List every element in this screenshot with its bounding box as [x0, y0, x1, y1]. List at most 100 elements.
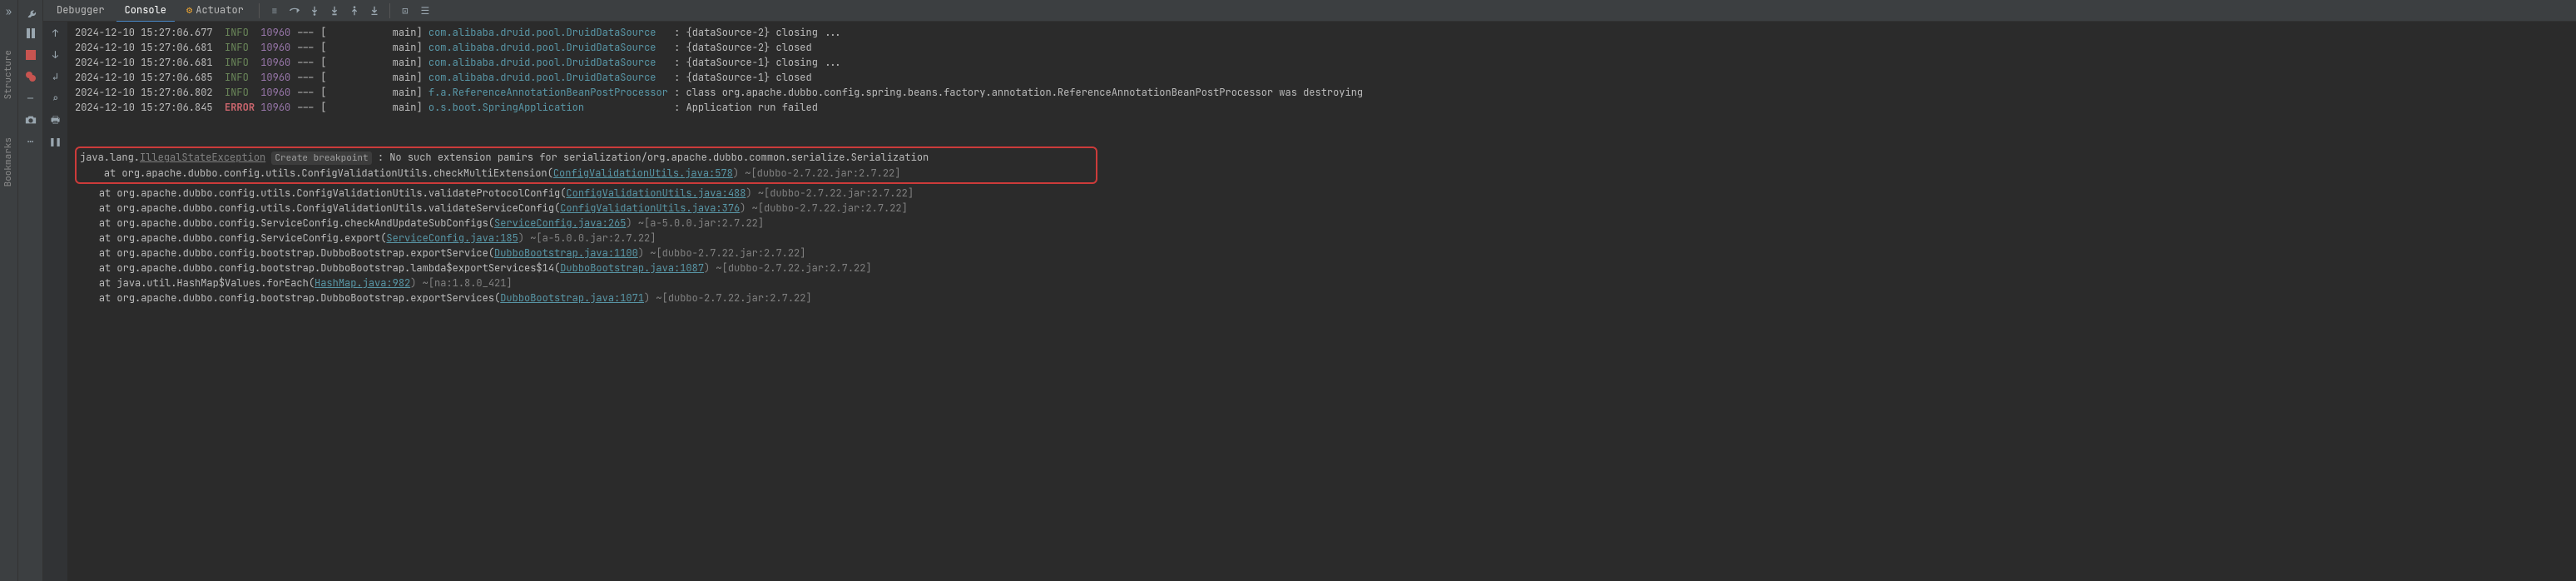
stack-frame-post: ) ~[dubbo-2.7.22.jar:2.7.22]: [644, 291, 812, 305]
breakpoints-icon[interactable]: [24, 70, 37, 83]
log-timestamp: 2024-12-10 15:27:06.677: [75, 26, 213, 39]
log-pid: 10960: [260, 56, 290, 69]
exception-prefix: java.lang.: [80, 151, 140, 164]
stack-frame: at org.apache.dubbo.config.utils.ConfigV…: [75, 186, 2569, 201]
pause-icon[interactable]: [24, 27, 37, 40]
evaluate-icon[interactable]: ⊡: [397, 2, 414, 19]
stack-icon[interactable]: ☰: [417, 2, 433, 19]
stop-icon[interactable]: [24, 48, 37, 62]
stack-frame-pre: at java.util.HashMap$Values.forEach(: [99, 276, 315, 290]
log-message: Application run failed: [686, 101, 818, 114]
stack-frame-link[interactable]: ServiceConfig.java:185: [386, 231, 518, 245]
wrap-icon[interactable]: ↲: [47, 68, 64, 85]
stack-frame-link[interactable]: ConfigValidationUtils.java:488: [566, 186, 746, 200]
print-icon[interactable]: 🖶: [47, 112, 64, 128]
bookmarks-tab[interactable]: Bookmarks: [0, 131, 17, 193]
log-thread: main: [393, 101, 417, 114]
stack-frame-link[interactable]: ConfigValidationUtils.java:376: [560, 201, 740, 215]
highlighted-exception: java.lang.IllegalStateException Create b…: [75, 146, 1097, 184]
log-line: 2024-12-10 15:27:06.681 INFO 10960 --- […: [75, 40, 2569, 55]
tab-separator-2: [389, 3, 390, 18]
stack-frame-pre: at org.apache.dubbo.config.bootstrap.Dub…: [99, 246, 494, 260]
log-pid: 10960: [260, 41, 290, 54]
stack-frame: at org.apache.dubbo.config.bootstrap.Dub…: [75, 246, 2569, 261]
log-logger: com.alibaba.druid.pool.DruidDataSource: [429, 56, 668, 69]
log-logger: com.alibaba.druid.pool.DruidDataSource: [429, 71, 668, 84]
structure-tab[interactable]: Structure: [0, 43, 17, 106]
scroll-down-icon[interactable]: ↓: [47, 47, 64, 63]
stack-frame-post: ) ~[dubbo-2.7.22.jar:2.7.22]: [740, 201, 908, 215]
stack-frame-pre: at org.apache.dubbo.config.ServiceConfig…: [99, 216, 494, 230]
stack-frame-post: ) ~[dubbo-2.7.22.jar:2.7.22]: [746, 186, 914, 200]
stack-frame-pre: at org.apache.dubbo.config.utils.ConfigV…: [104, 166, 553, 180]
log-logger: o.s.boot.SpringApplication: [429, 101, 668, 114]
exception-name[interactable]: IllegalStateException: [140, 151, 265, 164]
log-timestamp: 2024-12-10 15:27:06.802: [75, 86, 213, 99]
log-pid: 10960: [260, 26, 290, 39]
stack-frame: at org.apache.dubbo.config.ServiceConfig…: [75, 231, 2569, 246]
log-message: {dataSource-2} closing ...: [686, 26, 842, 39]
log-line: 2024-12-10 15:27:06.681 INFO 10960 --- […: [75, 55, 2569, 70]
log-thread: main: [393, 86, 417, 99]
scroll-up-icon[interactable]: ↑: [47, 25, 64, 42]
log-level: INFO: [225, 26, 255, 39]
stack-frame-link[interactable]: DubboBootstrap.java:1087: [560, 261, 704, 275]
tab-separator: [259, 3, 260, 18]
stack-frame-post: ) ~[a-5.0.0.jar:2.7.22]: [518, 231, 656, 245]
log-timestamp: 2024-12-10 15:27:06.681: [75, 41, 213, 54]
chevrons-icon[interactable]: »: [2, 5, 16, 18]
actuator-icon: ⚙: [186, 3, 192, 17]
stack-frame: at java.util.HashMap$Values.forEach(Hash…: [75, 276, 2569, 290]
stack-frame: at org.apache.dubbo.config.utils.ConfigV…: [75, 201, 2569, 216]
horizontal-icon[interactable]: ≡: [266, 2, 283, 19]
stack-frame-pre: at org.apache.dubbo.config.ServiceConfig…: [99, 231, 387, 245]
dots-icon[interactable]: ⋯: [24, 135, 37, 148]
step-over-icon[interactable]: [286, 2, 303, 19]
log-level: INFO: [225, 71, 255, 84]
wrench-icon[interactable]: [24, 5, 37, 18]
step-into-icon[interactable]: [306, 2, 323, 19]
stack-frame-pre: at org.apache.dubbo.config.utils.ConfigV…: [99, 201, 560, 215]
log-level: INFO: [225, 86, 255, 99]
log-line: 2024-12-10 15:27:06.685 INFO 10960 --- […: [75, 70, 2569, 85]
force-step-into-icon[interactable]: [326, 2, 343, 19]
log-logger: com.alibaba.druid.pool.DruidDataSource: [429, 41, 668, 54]
stack-frame-link[interactable]: ServiceConfig.java:265: [494, 216, 626, 230]
stack-frame-link[interactable]: DubboBootstrap.java:1100: [494, 246, 638, 260]
log-thread: main: [393, 26, 417, 39]
stack-frame-pre: at org.apache.dubbo.config.utils.ConfigV…: [99, 186, 567, 200]
filter-icon[interactable]: ⌕: [47, 90, 64, 107]
stack-frame-post: ) ~[dubbo-2.7.22.jar:2.7.22]: [638, 246, 806, 260]
main-panel: Debugger Console ⚙Actuator ≡ ⊡ ☰ ↑ ↓ ↲ ⌕…: [43, 0, 2576, 581]
exception-message: : No such extension pamirs for serializa…: [378, 151, 929, 164]
stack-frame-pre: at org.apache.dubbo.config.bootstrap.Dub…: [99, 291, 500, 305]
stack-frame-post: ) ~[dubbo-2.7.22.jar:2.7.22]: [704, 261, 872, 275]
pause-output-icon[interactable]: ❚❚: [47, 133, 64, 150]
stack-frame: at org.apache.dubbo.config.ServiceConfig…: [75, 216, 2569, 231]
log-logger: f.a.ReferenceAnnotationBeanPostProcessor: [429, 86, 668, 99]
log-pid: 10960: [260, 86, 290, 99]
stack-frame-link[interactable]: ConfigValidationUtils.java:578: [553, 166, 733, 180]
run-to-cursor-icon[interactable]: [366, 2, 383, 19]
log-line: 2024-12-10 15:27:06.802 INFO 10960 --- […: [75, 85, 2569, 100]
stack-frame-post: ) ~[a-5.0.0.jar:2.7.22]: [626, 216, 764, 230]
tab-console[interactable]: Console: [116, 0, 175, 22]
console-output[interactable]: 2024-12-10 15:27:06.677 INFO 10960 --- […: [68, 22, 2576, 581]
root: » Structure Bookmarks — ⋯ Debugger Conso…: [0, 0, 2576, 581]
stack-frame-post: ) ~[na:1.8.0_421]: [410, 276, 512, 290]
stack-frame-link[interactable]: HashMap.java:982: [315, 276, 410, 290]
console-gutter: ↑ ↓ ↲ ⌕ 🖶 ❚❚: [43, 22, 68, 581]
log-line: 2024-12-10 15:27:06.845 ERROR 10960 --- …: [75, 100, 2569, 115]
create-breakpoint-button[interactable]: Create breakpoint: [271, 151, 371, 165]
log-logger: com.alibaba.druid.pool.DruidDataSource: [429, 26, 668, 39]
tab-debugger[interactable]: Debugger: [48, 0, 113, 22]
stack-frame: at org.apache.dubbo.config.bootstrap.Dub…: [75, 261, 2569, 276]
log-thread: main: [393, 41, 417, 54]
stack-frame-link[interactable]: DubboBootstrap.java:1071: [500, 291, 644, 305]
camera-icon[interactable]: [24, 113, 37, 127]
log-line: 2024-12-10 15:27:06.677 INFO 10960 --- […: [75, 25, 2569, 40]
stack-frame: at org.apache.dubbo.config.bootstrap.Dub…: [75, 290, 2569, 305]
tab-actuator[interactable]: ⚙Actuator: [178, 0, 252, 22]
step-out-icon[interactable]: [346, 2, 363, 19]
line-icon[interactable]: —: [24, 92, 37, 105]
